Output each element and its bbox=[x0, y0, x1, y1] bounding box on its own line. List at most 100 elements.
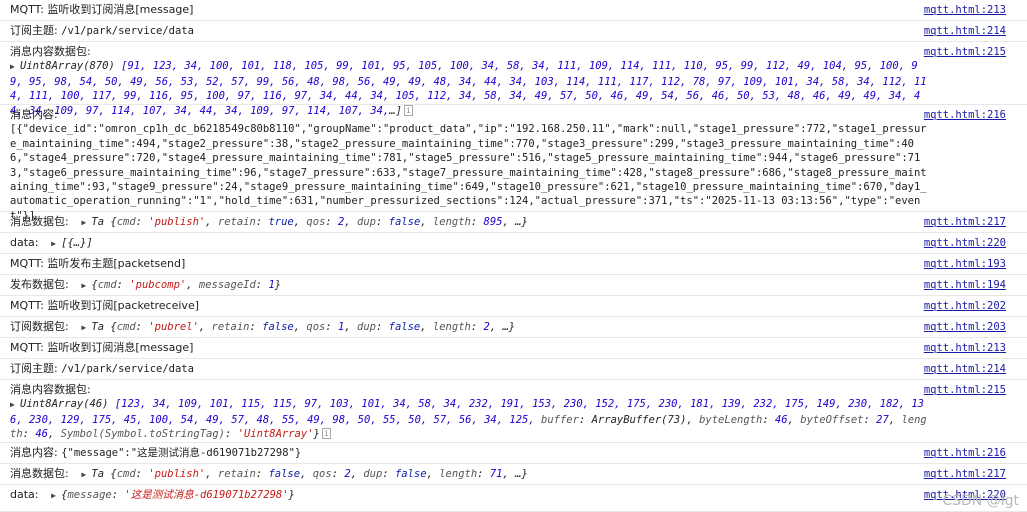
message-label: 消息内容: bbox=[10, 446, 62, 459]
message-text: 消息内容数据包: ▶ Uint8Array(46) [123, 34, 109, 1… bbox=[10, 383, 927, 442]
type-name: Ta bbox=[91, 216, 105, 228]
prop-value: 'pubrel' bbox=[148, 321, 199, 333]
source-link[interactable]: mqtt.html:193 bbox=[924, 257, 1006, 271]
type-name: Ta bbox=[91, 321, 105, 333]
message-label: data: bbox=[10, 488, 39, 501]
message-label: MQTT: 监听收到订阅[packetreceive] bbox=[10, 299, 199, 312]
object-preview[interactable]: [{…}] bbox=[61, 237, 93, 249]
message-label: 订阅数据包: bbox=[10, 320, 69, 333]
console-message-row: 订阅数据包: ▶ Ta {cmd: 'pubrel', retain: false… bbox=[0, 317, 1027, 338]
prop-value: ArrayBuffer(73) bbox=[591, 413, 687, 426]
console-message-row: MQTT: 监听收到订阅消息[message] mqtt.html:213 bbox=[0, 0, 1027, 21]
prop-key: messageId bbox=[198, 279, 256, 291]
message-label: 消息内容数据包: bbox=[10, 45, 91, 58]
object-preview[interactable]: Ta {cmd: 'publish', retain: true, qos: 2… bbox=[91, 216, 527, 228]
type-name: Ta bbox=[91, 468, 105, 480]
source-link[interactable]: mqtt.html:217 bbox=[924, 215, 1006, 229]
message-text: 发布数据包: ▶ {cmd: 'pubcomp', messageId: 1} bbox=[10, 278, 927, 293]
topic-value: /v1/park/service/data bbox=[61, 25, 194, 37]
object-preview[interactable]: Ta {cmd: 'publish', retain: false, qos: … bbox=[91, 468, 527, 480]
prop-key: qos bbox=[312, 468, 332, 480]
message-text: 消息内容: [{"device_id":"omron_cp1h_dc_b62185… bbox=[10, 108, 927, 223]
console-message-row: data: ▶ [{…}] mqtt.html:220 bbox=[0, 233, 1027, 254]
source-link[interactable]: mqtt.html:213 bbox=[924, 3, 1006, 17]
prop-key: length bbox=[432, 216, 471, 228]
message-label: MQTT: 监听收到订阅消息[message] bbox=[10, 3, 194, 16]
source-link[interactable]: mqtt.html:220 bbox=[924, 236, 1006, 250]
expand-triangle-icon[interactable]: ▶ bbox=[10, 60, 20, 74]
console-message-row: 消息内容: {"message":"这是测试消息-d619071b27298"}… bbox=[0, 443, 1027, 464]
source-link[interactable]: mqtt.html:213 bbox=[924, 341, 1006, 355]
console-message-row: 消息内容: [{"device_id":"omron_cp1h_dc_b62185… bbox=[0, 105, 1027, 222]
prop-value: 'publish' bbox=[148, 216, 206, 228]
message-text: MQTT: 监听收到订阅[packetreceive] bbox=[10, 299, 927, 313]
prop-value: 2 bbox=[344, 468, 351, 480]
prop-value: false bbox=[268, 468, 301, 480]
prop-key: retain bbox=[211, 321, 250, 333]
message-text: 订阅数据包: ▶ Ta {cmd: 'pubrel', retain: false… bbox=[10, 320, 927, 335]
prop-key: byteLength bbox=[699, 413, 763, 426]
prop-value: 2 bbox=[338, 216, 345, 228]
source-link[interactable]: mqtt.html:216 bbox=[924, 108, 1006, 122]
prop-value: 'publish' bbox=[148, 468, 206, 480]
watermark: CSDN @lgt bbox=[942, 493, 1019, 509]
ellipsis: …} bbox=[515, 216, 528, 228]
prop-value: 46 bbox=[774, 413, 788, 426]
prop-key: cmd bbox=[116, 468, 136, 480]
prop-value: 'pubcomp' bbox=[129, 279, 187, 291]
prop-key: dup bbox=[363, 468, 383, 480]
prop-key: retain bbox=[217, 468, 256, 480]
message-text: 订阅主题: /v1/park/service/data bbox=[10, 24, 927, 38]
prop-key: cmd bbox=[97, 279, 117, 291]
source-link[interactable]: mqtt.html:214 bbox=[924, 362, 1006, 376]
prop-key: length bbox=[439, 468, 478, 480]
expand-triangle-icon[interactable]: ▶ bbox=[81, 321, 91, 335]
console-message-row: 订阅主题: /v1/park/service/data mqtt.html:214 bbox=[0, 21, 1027, 42]
prop-key: dup bbox=[357, 216, 376, 228]
source-link[interactable]: mqtt.html:216 bbox=[924, 446, 1006, 460]
source-link[interactable]: mqtt.html:203 bbox=[924, 320, 1006, 334]
object-preview[interactable]: {message: '这是测试消息-d619071b27298'} bbox=[61, 489, 295, 501]
console-message-row: MQTT: 监听发布主题[packetsend] mqtt.html:193 bbox=[0, 254, 1027, 275]
prop-value: 46 bbox=[35, 428, 48, 441]
object-preview[interactable]: Ta {cmd: 'pubrel', retain: false, qos: 1… bbox=[91, 321, 515, 333]
expand-triangle-icon[interactable]: ▶ bbox=[81, 216, 91, 230]
message-text: 订阅主题: /v1/park/service/data bbox=[10, 362, 927, 376]
source-link[interactable]: mqtt.html:215 bbox=[924, 45, 1006, 59]
source-link[interactable]: mqtt.html:202 bbox=[924, 299, 1006, 313]
source-link[interactable]: mqtt.html:214 bbox=[924, 24, 1006, 38]
message-text: MQTT: 监听收到订阅消息[message] bbox=[10, 3, 927, 17]
array-preview[interactable]: Uint8Array(46) [123, 34, 109, 101, 115, … bbox=[10, 398, 927, 440]
type-name: Uint8Array(46) bbox=[20, 398, 109, 411]
expand-triangle-icon[interactable]: ▶ bbox=[51, 489, 61, 503]
type-name: Uint8Array(870) bbox=[20, 60, 115, 73]
prop-key: qos bbox=[306, 216, 326, 228]
prop-value: 'Uint8Array' bbox=[237, 428, 314, 441]
prop-key: byteOffset bbox=[800, 413, 864, 426]
console-message-row: 发布数据包: ▶ {cmd: 'pubcomp', messageId: 1} mq… bbox=[0, 275, 1027, 296]
prop-key: cmd bbox=[116, 216, 136, 228]
message-label: data: bbox=[10, 236, 39, 249]
source-link[interactable]: mqtt.html:194 bbox=[924, 278, 1006, 292]
prop-key: Symbol(Symbol.toStringTag) bbox=[60, 428, 225, 441]
message-label: 消息数据包: bbox=[10, 467, 69, 480]
message-label: 发布数据包: bbox=[10, 278, 69, 291]
prop-value: false bbox=[394, 468, 427, 480]
expand-triangle-icon[interactable]: ▶ bbox=[81, 468, 91, 482]
prop-value: false bbox=[262, 321, 294, 333]
prop-value: true bbox=[268, 216, 294, 228]
object-preview[interactable]: {cmd: 'pubcomp', messageId: 1} bbox=[91, 279, 281, 291]
console-message-row: 消息数据包: ▶ Ta {cmd: 'publish', retain: fals… bbox=[0, 464, 1027, 485]
expand-triangle-icon[interactable]: ▶ bbox=[10, 398, 20, 412]
source-link[interactable]: mqtt.html:217 bbox=[924, 467, 1006, 481]
message-text: data: ▶ [{…}] bbox=[10, 236, 927, 251]
message-label: 订阅主题: bbox=[10, 24, 62, 37]
payload-text: {"message":"这是测试消息-d619071b27298"} bbox=[61, 447, 302, 459]
console-message-row: MQTT: 监听收到订阅消息[message] mqtt.html:213 bbox=[0, 338, 1027, 359]
ellipsis: …} bbox=[515, 468, 528, 480]
source-link[interactable]: mqtt.html:215 bbox=[924, 383, 1006, 397]
prop-key: dup bbox=[357, 321, 376, 333]
expand-triangle-icon[interactable]: ▶ bbox=[51, 237, 61, 251]
prop-value: false bbox=[388, 321, 421, 333]
expand-triangle-icon[interactable]: ▶ bbox=[81, 279, 91, 293]
